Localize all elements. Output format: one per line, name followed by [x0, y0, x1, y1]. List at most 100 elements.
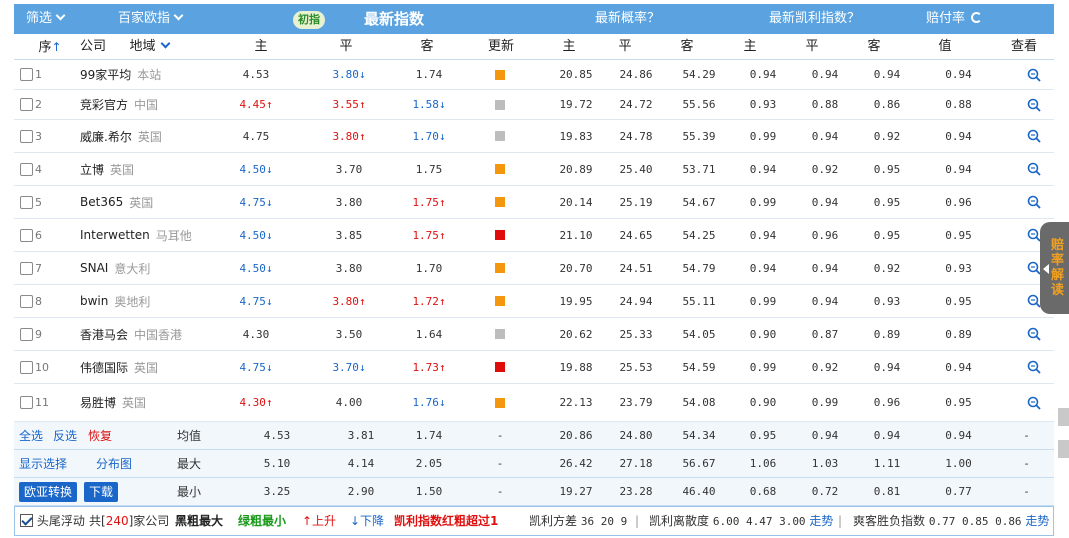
- zoom-icon[interactable]: [1027, 294, 1041, 308]
- company-name[interactable]: Interwetten: [80, 228, 150, 242]
- view-cell[interactable]: [999, 351, 1069, 383]
- company-cell[interactable]: 99家平均 本站: [80, 60, 161, 89]
- euro-asian-convert-button[interactable]: 欧亚转换: [19, 481, 78, 502]
- company-name[interactable]: 竞彩官方: [80, 96, 128, 113]
- row-checkbox[interactable]: [20, 129, 33, 143]
- table-row: 8 bwin 奥地利 4.75 ↓ 3.80 ↑ 1.72 ↑ 19.95 24.94 55.11 0.…: [14, 285, 1054, 318]
- company-cell[interactable]: 香港马会 中国香港: [80, 318, 182, 350]
- row-checkbox[interactable]: [20, 162, 33, 176]
- latest-prob-help[interactable]: 最新概率？: [595, 4, 660, 34]
- view-cell[interactable]: [999, 120, 1069, 152]
- row-select[interactable]: 3: [20, 120, 42, 152]
- view-cell[interactable]: [999, 153, 1069, 185]
- view-cell[interactable]: [999, 186, 1069, 218]
- zoom-icon[interactable]: [1027, 195, 1041, 209]
- row-select[interactable]: 8: [20, 285, 42, 317]
- view-cell[interactable]: [999, 318, 1069, 350]
- latest-kelly-help[interactable]: 最新凯利指数？: [769, 4, 860, 34]
- kelly-draw-value: 0.92: [811, 162, 839, 176]
- company-name[interactable]: 伟德国际: [80, 359, 128, 376]
- row-select[interactable]: 5: [20, 186, 42, 218]
- show-selected-link[interactable]: 显示选择: [19, 455, 67, 472]
- companies-dropdown[interactable]: 百家欧指: [118, 4, 184, 34]
- zoom-icon[interactable]: [1027, 162, 1041, 176]
- update-indicator: [480, 120, 520, 152]
- seq-sort-header[interactable]: 序↑: [32, 34, 68, 60]
- download-button[interactable]: 下载: [84, 481, 119, 502]
- row-checkbox[interactable]: [20, 327, 33, 341]
- zoom-icon[interactable]: [1027, 129, 1041, 143]
- company-name[interactable]: 易胜博: [80, 394, 116, 411]
- company-name[interactable]: 立博: [80, 161, 104, 178]
- company-name[interactable]: 香港马会: [80, 326, 128, 343]
- row-select[interactable]: 6: [20, 219, 42, 251]
- company-cell[interactable]: SNAI 意大利: [80, 252, 150, 284]
- payout-trend-link[interactable]: 走势: [1025, 514, 1049, 528]
- view-cell[interactable]: [999, 60, 1069, 89]
- company-cell[interactable]: bwin 奥地利: [80, 285, 150, 317]
- payout-value-value: 0.94: [945, 162, 972, 176]
- zoom-icon[interactable]: [1027, 261, 1041, 275]
- scroll-up-button[interactable]: [1058, 408, 1069, 426]
- prob-home: 19.72: [546, 90, 606, 119]
- prob-draw: 25.40: [606, 153, 666, 185]
- company-name[interactable]: 威廉.希尔: [80, 128, 132, 145]
- select-all-link[interactable]: 全选: [19, 427, 43, 444]
- company-cell[interactable]: 竞彩官方 中国: [80, 90, 158, 119]
- company-name[interactable]: SNAI: [80, 261, 108, 275]
- row-select[interactable]: 7: [20, 252, 42, 284]
- filter-dropdown[interactable]: 筛选: [26, 4, 66, 34]
- row-select[interactable]: 10: [20, 351, 49, 383]
- view-cell[interactable]: [999, 90, 1069, 119]
- company-name[interactable]: bwin: [80, 294, 108, 308]
- row-checkbox[interactable]: [20, 228, 33, 242]
- row-checkbox[interactable]: [20, 396, 33, 409]
- zoom-icon[interactable]: [1027, 360, 1041, 374]
- company-cell[interactable]: Bet365 英国: [80, 186, 153, 218]
- row-checkbox[interactable]: [20, 98, 33, 111]
- row-select[interactable]: 2: [20, 90, 42, 119]
- odds-home: 4.45 ↑: [235, 90, 277, 119]
- row-checkbox[interactable]: [20, 68, 33, 81]
- payout-rate-header[interactable]: 赔付率: [926, 4, 983, 34]
- distribution-chart-link[interactable]: 分布图: [96, 455, 132, 472]
- company-cell[interactable]: 伟德国际 英国: [80, 351, 158, 383]
- company-cell[interactable]: Interwetten 马耳他: [80, 219, 192, 251]
- row-checkbox[interactable]: [20, 261, 33, 275]
- zoom-icon[interactable]: [1027, 228, 1041, 242]
- payout-value: 0.95: [918, 384, 999, 421]
- company-name[interactable]: 99家平均: [80, 66, 131, 83]
- arrow-down-icon: ↓: [265, 294, 273, 308]
- region-header-dropdown[interactable]: 地域: [122, 34, 176, 60]
- row-checkbox[interactable]: [20, 360, 33, 374]
- payout-value: 0.93: [918, 252, 999, 284]
- company-cell[interactable]: 易胜博 英国: [80, 384, 146, 421]
- company-cell[interactable]: 威廉.希尔 英国: [80, 120, 162, 152]
- row-checkbox[interactable]: [20, 195, 33, 209]
- row-select[interactable]: 4: [20, 153, 42, 185]
- row-select[interactable]: 1: [20, 60, 42, 89]
- row-select[interactable]: 9: [20, 318, 42, 350]
- company-name[interactable]: Bet365: [80, 195, 123, 209]
- odds-home-value: 4.75: [239, 195, 266, 209]
- company-region: 马耳他: [155, 228, 192, 243]
- odds-home: 4.50 ↓: [235, 252, 277, 284]
- initial-odds-toggle[interactable]: 初指: [293, 11, 325, 29]
- chevron-down-icon: [160, 38, 170, 49]
- restore-link[interactable]: 恢复: [88, 427, 112, 444]
- float-toggle[interactable]: 头尾浮动: [20, 507, 85, 535]
- arrow-down-icon: ↓: [358, 68, 366, 81]
- invert-selection-link[interactable]: 反选: [53, 427, 77, 444]
- zoom-icon[interactable]: [1027, 327, 1041, 341]
- stat-kelly-draw: 1.03: [811, 457, 839, 470]
- zoom-icon[interactable]: [1027, 396, 1041, 410]
- zoom-icon[interactable]: [1027, 68, 1041, 82]
- row-select[interactable]: 11: [20, 384, 49, 421]
- company-region: 英国: [122, 396, 147, 410]
- row-checkbox[interactable]: [20, 294, 33, 308]
- company-cell[interactable]: 立博 英国: [80, 153, 134, 185]
- scroll-down-button[interactable]: [1058, 440, 1069, 458]
- odds-interpretation-tab[interactable]: 赔率解读: [1040, 222, 1069, 314]
- zoom-icon[interactable]: [1027, 98, 1041, 112]
- kelly-trend-link[interactable]: 走势: [809, 514, 833, 528]
